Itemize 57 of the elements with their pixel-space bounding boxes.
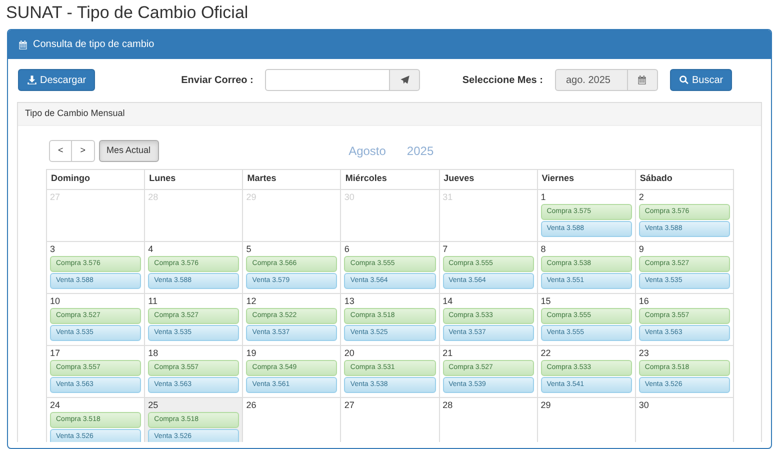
day-number: 29: [540, 400, 552, 410]
day-number: 11: [148, 296, 158, 306]
card-title: Consulta de tipo de cambio: [33, 38, 154, 52]
day-number: 22: [540, 348, 552, 358]
download-button[interactable]: Descargar: [18, 69, 96, 91]
panel-title: Tipo de Cambio Mensual: [18, 103, 761, 126]
calendar-button[interactable]: [628, 69, 658, 91]
weekday-header: Sábado: [635, 169, 734, 189]
calendar-icon: [18, 40, 28, 50]
day-number: 12: [246, 296, 258, 306]
send-icon: [400, 75, 410, 85]
day-number: 15: [540, 296, 552, 306]
weekday-header: Miércoles: [340, 169, 440, 189]
current-month-button[interactable]: Mes Actual: [98, 140, 159, 162]
day-number: 28: [442, 400, 454, 410]
day-number: 18: [148, 348, 160, 358]
month-label: Seleccione Mes :: [462, 74, 543, 88]
prev-button[interactable]: <: [49, 140, 72, 162]
search-button[interactable]: Buscar: [670, 69, 732, 91]
day-number: 4: [148, 244, 154, 254]
day-number: 2: [638, 192, 645, 202]
day-number: 19: [246, 348, 258, 358]
day-number: 6: [344, 244, 350, 254]
day-number: 13: [344, 296, 356, 306]
weekday-header: Lunes: [144, 169, 243, 189]
day-number: 17: [50, 348, 62, 358]
page-title: SUNAT - Tipo de Cambio Oficial: [6, 3, 250, 23]
weekday-header: Domingo: [46, 169, 145, 189]
day-number: 8: [540, 244, 547, 254]
send-button[interactable]: [390, 69, 420, 91]
year-label: 2025: [406, 142, 434, 160]
day-number: 3: [50, 244, 56, 254]
day-number: 20: [344, 348, 356, 358]
day-number: 9: [638, 244, 645, 254]
email-label: Enviar Correo :: [181, 74, 254, 88]
month-name: Agosto: [348, 142, 386, 160]
day-number: 10: [50, 296, 62, 306]
day-number: 7: [442, 244, 449, 254]
day-number: 23: [638, 348, 650, 358]
day-number: 25: [148, 400, 160, 410]
day-number: 14: [442, 296, 454, 306]
day-number: 30: [638, 400, 650, 410]
search-icon: [678, 75, 689, 85]
calendar-icon: [637, 75, 648, 85]
next-button[interactable]: >: [72, 140, 95, 162]
email-field[interactable]: [265, 69, 420, 91]
day-number: 21: [442, 348, 454, 358]
weekday-header: Viernes: [537, 169, 636, 189]
day-number: 27: [344, 400, 356, 410]
weekday-header: Jueves: [439, 169, 538, 189]
download-icon: [27, 75, 37, 85]
day-number: 1: [540, 192, 547, 202]
day-number: 16: [638, 296, 650, 306]
day-number: 26: [246, 400, 258, 410]
day-number: 5: [246, 244, 252, 254]
weekday-header: Martes: [242, 169, 341, 189]
day-number: 24: [50, 400, 62, 410]
